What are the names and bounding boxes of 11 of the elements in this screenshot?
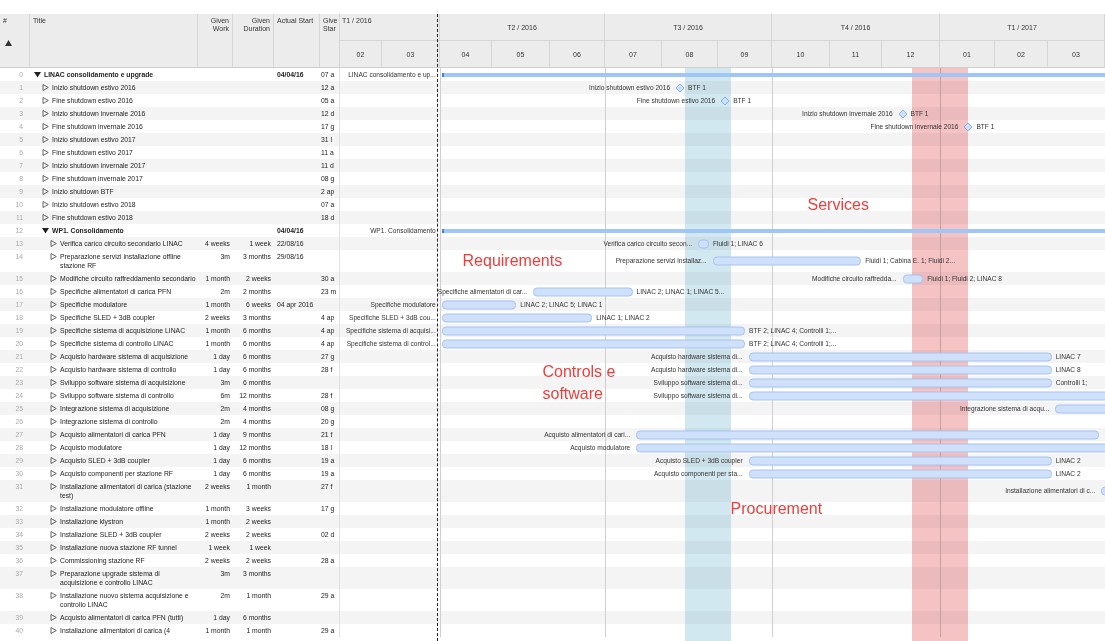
- disclosure-triangle-icon[interactable]: [34, 71, 41, 78]
- annotation-label: Services: [807, 194, 869, 215]
- milestone-marker[interactable]: [675, 83, 685, 92]
- sort-ascending-icon[interactable]: [5, 40, 12, 46]
- annotation-label: Controls e software: [542, 361, 617, 404]
- milestone-marker[interactable]: [720, 96, 730, 105]
- annotation-label: Requirements: [462, 251, 563, 271]
- annotation-label: Procurement: [730, 498, 823, 519]
- milestone-marker[interactable]: [963, 122, 973, 131]
- disclosure-triangle-icon[interactable]: [42, 227, 49, 234]
- milestone-marker[interactable]: [898, 109, 908, 118]
